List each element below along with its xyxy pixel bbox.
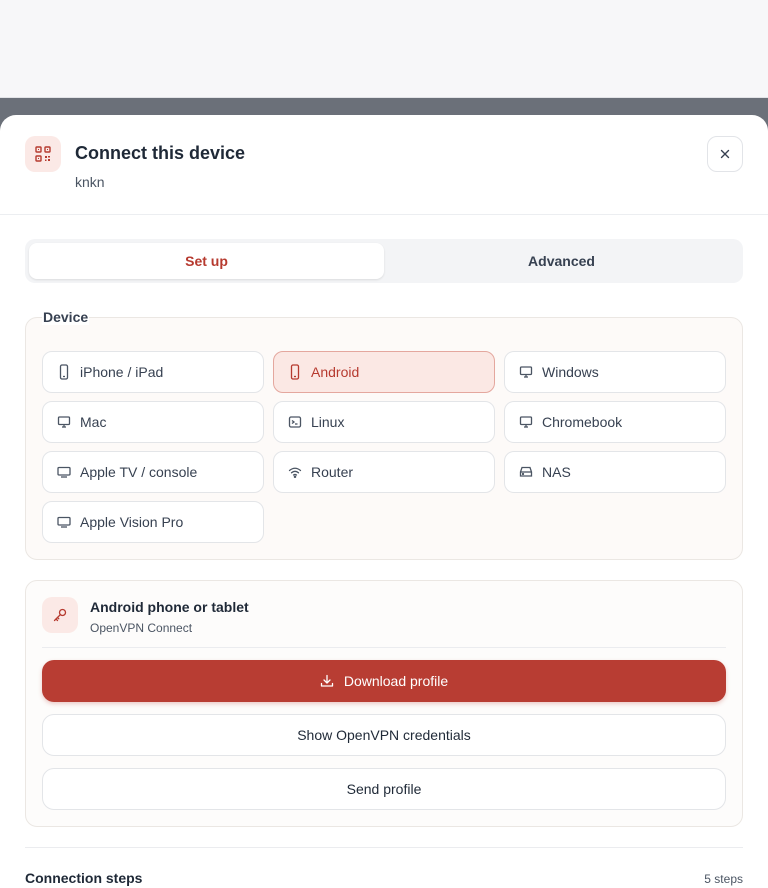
monitor-icon <box>519 366 533 378</box>
device-legend: Device <box>42 309 90 325</box>
download-icon <box>320 674 333 687</box>
download-profile-button[interactable]: Download profile <box>42 660 726 702</box>
device-option-linux[interactable]: Linux <box>273 401 495 443</box>
wifi-icon <box>288 467 302 479</box>
qr-code-icon <box>25 136 61 172</box>
phone-icon <box>59 364 69 380</box>
key-icon <box>42 597 78 633</box>
connection-steps-count: 5 steps <box>704 872 743 886</box>
modal-header: Connect this device knkn <box>0 115 768 215</box>
close-button[interactable] <box>707 136 743 172</box>
device-option-label: Windows <box>542 364 599 380</box>
device-option-nas[interactable]: NAS <box>504 451 726 493</box>
device-option-label: Chromebook <box>542 414 623 430</box>
terminal-icon <box>288 416 302 428</box>
device-option-label: Linux <box>311 414 345 430</box>
tab-advanced[interactable]: Advanced <box>384 243 739 279</box>
device-option-label: iPhone / iPad <box>80 364 164 380</box>
tv-icon <box>57 466 71 478</box>
device-option-apple-vision-pro[interactable]: Apple Vision Pro <box>42 501 264 543</box>
monitor-icon <box>519 416 533 428</box>
device-option-router[interactable]: Router <box>273 451 495 493</box>
setup-tabs: Set up Advanced <box>25 239 743 283</box>
monitor-icon <box>57 416 71 428</box>
tab-set-up[interactable]: Set up <box>29 243 384 279</box>
connect-device-modal: Connect this device knkn Set up Advanced… <box>0 115 768 888</box>
show-credentials-button[interactable]: Show OpenVPN credentials <box>42 714 726 756</box>
device-option-label: Android <box>311 364 360 380</box>
device-name: knkn <box>75 174 105 190</box>
device-option-android[interactable]: Android <box>273 351 495 393</box>
device-option-mac[interactable]: Mac <box>42 401 264 443</box>
device-option-chromebook[interactable]: Chromebook <box>504 401 726 443</box>
close-icon <box>720 149 730 159</box>
storage-icon <box>519 466 533 477</box>
background-page-header <box>0 0 768 98</box>
device-option-label: NAS <box>542 464 571 480</box>
phone-icon <box>290 364 300 380</box>
device-option-label: Apple Vision Pro <box>80 514 184 530</box>
modal-title: Connect this device <box>75 143 246 163</box>
send-profile-button[interactable]: Send profile <box>42 768 726 810</box>
device-option-label: Router <box>311 464 354 480</box>
download-profile-label: Download profile <box>343 673 449 689</box>
divider <box>42 647 726 648</box>
device-option-label: Apple TV / console <box>80 464 198 480</box>
connection-steps-title: Connection steps <box>25 870 143 886</box>
device-option-iphone-ipad[interactable]: iPhone / iPad <box>42 351 264 393</box>
profile-title: Android phone or tablet <box>90 599 249 615</box>
device-option-apple-tv-console[interactable]: Apple TV / console <box>42 451 264 493</box>
tv-icon <box>57 516 71 528</box>
profile-app: OpenVPN Connect <box>90 621 193 635</box>
device-option-windows[interactable]: Windows <box>504 351 726 393</box>
device-option-label: Mac <box>80 414 107 430</box>
profile-card: Android phone or tablet OpenVPN Connect … <box>25 580 743 827</box>
divider <box>25 847 743 848</box>
